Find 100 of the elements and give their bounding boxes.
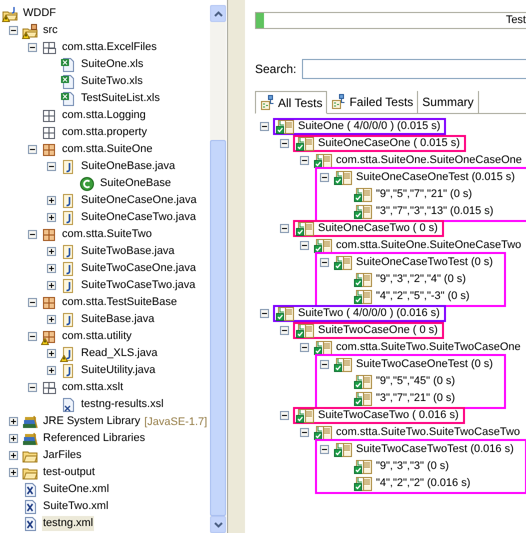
tree-item[interactable]: SuiteTwoCaseTwo.java	[80, 278, 196, 293]
tree-item[interactable]: src	[42, 23, 59, 38]
scrollbar-thumb[interactable]	[210, 140, 226, 516]
collapse-icon[interactable]	[28, 298, 36, 307]
expand-icon[interactable]	[8, 434, 18, 443]
tree-item[interactable]: SuiteOneBase	[99, 176, 172, 191]
test-tree-item[interactable]: com.stta.SuiteOne.SuiteOneCaseOne	[335, 153, 523, 168]
collapse-icon[interactable]	[280, 139, 288, 148]
test-tree-item[interactable]: "4","2","5","-3" (0 s)	[375, 289, 471, 304]
tree-item[interactable]: JRE System Library	[42, 414, 142, 429]
tree-item[interactable]: SuiteOneCaseOne.java	[80, 193, 198, 208]
tree-item[interactable]: SuiteTwoCaseOne.java	[80, 261, 197, 276]
expand-icon[interactable]	[46, 213, 56, 222]
tree-item[interactable]: com.stta.ExcelFiles	[61, 40, 158, 55]
test-tree-item[interactable]: "9","5","45" (0 s)	[375, 374, 456, 389]
test-tree-item[interactable]: SuiteTwoCaseTwo ( 0.016 s)	[317, 408, 460, 423]
tree-item[interactable]: SuiteTwo.xls	[80, 74, 144, 89]
collapse-icon[interactable]	[320, 445, 328, 454]
tree-item[interactable]: testng-results.xsl	[80, 397, 165, 412]
tree-item[interactable]: testng.xml	[42, 516, 94, 531]
collapse-icon[interactable]	[28, 43, 36, 52]
tree-item[interactable]: SuiteOneCaseTwo.java	[80, 210, 197, 225]
tree-item[interactable]: SuiteOne.xml	[42, 482, 110, 497]
collapse-icon[interactable]	[280, 224, 288, 233]
collapse-icon[interactable]	[28, 332, 36, 341]
tree-item[interactable]: SuiteUtility.java	[80, 363, 156, 378]
collapse-icon[interactable]	[28, 230, 36, 239]
collapse-icon[interactable]	[8, 26, 18, 35]
scrollbar[interactable]	[210, 5, 226, 533]
tree-item[interactable]: com.stta.SuiteTwo	[61, 227, 153, 242]
expand-icon[interactable]	[8, 468, 18, 477]
test-tree-item[interactable]: SuiteOne ( 4/0/0/0 ) (0.015 s)	[297, 119, 442, 134]
tree-item[interactable]: SuiteOne.xls	[80, 57, 144, 72]
test-tree-item[interactable]: com.stta.SuiteTwo.SuiteTwoCaseOne	[335, 340, 522, 355]
tree-item[interactable]: Read_XLS.java	[80, 346, 158, 361]
tree-item[interactable]: com.stta.xslt	[61, 380, 124, 395]
tree-item[interactable]: SuiteOneBase.java	[80, 159, 176, 174]
tab[interactable]: All Tests	[255, 91, 328, 114]
collapse-icon[interactable]	[28, 383, 36, 392]
test-tree-item[interactable]: SuiteTwoCaseTwoTest (0.016 s)	[355, 442, 515, 457]
collapse-icon[interactable]	[300, 343, 308, 352]
test-tree-item[interactable]: SuiteTwoCaseOneTest (0 s)	[355, 357, 494, 372]
test-tree-item[interactable]: "9","3","3" (0 s)	[375, 459, 450, 474]
test-tree-item[interactable]: SuiteOneCaseOne ( 0.015 s)	[317, 136, 461, 151]
test-tree-item[interactable]: "3","7","21" (0 s)	[375, 391, 456, 406]
collapse-icon[interactable]	[300, 156, 308, 165]
tree-item[interactable]: SuiteBase.java	[80, 312, 156, 327]
search-field[interactable]	[302, 59, 526, 79]
tree-item[interactable]: com.stta.property	[61, 125, 148, 140]
collapse-icon[interactable]	[280, 411, 288, 420]
tree-item[interactable]: SuiteTwoBase.java	[80, 244, 176, 259]
test-tree-item[interactable]: SuiteTwoCaseOne ( 0 s)	[317, 323, 439, 338]
collapse-icon[interactable]	[320, 258, 328, 267]
test-tree-item[interactable]: com.stta.SuiteTwo.SuiteTwoCaseTwo	[335, 425, 522, 440]
collapse-icon[interactable]	[260, 122, 268, 131]
expand-icon[interactable]	[46, 264, 56, 273]
test-tree-item[interactable]: SuiteOneCaseTwoTest (0 s)	[355, 255, 494, 270]
test-passed-icon	[353, 476, 373, 492]
collapse-icon[interactable]	[46, 162, 56, 171]
tree-item[interactable]: test-output	[42, 465, 96, 480]
tree-item[interactable]: TestSuiteList.xls	[80, 91, 161, 106]
expand-icon[interactable]	[46, 196, 56, 205]
expand-icon[interactable]	[8, 417, 18, 426]
tree-item[interactable]: com.stta.Logging	[61, 108, 147, 123]
expand-icon[interactable]	[46, 315, 56, 324]
collapse-icon[interactable]	[320, 173, 328, 182]
collapse-icon[interactable]	[280, 326, 288, 335]
test-tree-item[interactable]: "4","2","2" (0.016 s)	[375, 476, 472, 491]
collapse-icon[interactable]	[320, 360, 328, 369]
expand-icon[interactable]	[46, 281, 56, 290]
tree-item[interactable]: JarFiles	[42, 448, 83, 463]
test-tree-item[interactable]: com.stta.SuiteOne.SuiteOneCaseTwo	[335, 238, 522, 253]
expand-icon[interactable]	[8, 451, 18, 460]
tree-item[interactable]: SuiteTwo.xml	[42, 499, 110, 514]
test-tree-item[interactable]: "3","7","3","13" (0.015 s)	[375, 204, 494, 219]
tree-item[interactable]: Referenced Libraries	[42, 431, 146, 446]
test-tree-icon	[260, 94, 276, 110]
test-tree-item[interactable]: SuiteOneCaseOneTest (0.015 s)	[355, 170, 516, 185]
expand-icon[interactable]	[46, 247, 56, 256]
test-tree-item[interactable]: SuiteTwo ( 4/0/0/0 ) (0.016 s)	[297, 306, 441, 321]
collapse-icon[interactable]	[300, 428, 308, 437]
tree-item[interactable]: com.stta.SuiteOne	[61, 142, 154, 157]
scroll-up-button[interactable]	[210, 5, 226, 22]
tree-item[interactable]: com.stta.TestSuiteBase	[61, 295, 178, 310]
test-passed-icon	[295, 322, 315, 338]
tab[interactable]: Summary	[418, 91, 479, 113]
tab[interactable]: Failed Tests	[327, 91, 418, 113]
test-tree-item[interactable]: "9","5","7","21" (0 s)	[375, 187, 474, 202]
tree-item-decoration: [JavaSE-1.7]	[144, 416, 208, 428]
scroll-down-button[interactable]	[210, 516, 226, 533]
expand-icon[interactable]	[46, 366, 56, 375]
expand-icon[interactable]	[46, 349, 56, 358]
tree-item[interactable]: WDDF	[22, 6, 57, 21]
test-tree-item[interactable]: "9","3","2","4" (0 s)	[375, 272, 467, 287]
test-passed-icon	[313, 152, 333, 168]
collapse-icon[interactable]	[300, 241, 308, 250]
test-tree-item[interactable]: SuiteOneCaseTwo ( 0 s)	[317, 221, 439, 236]
tree-item[interactable]: com.stta.utility	[61, 329, 133, 344]
collapse-icon[interactable]	[28, 145, 36, 154]
collapse-icon[interactable]	[260, 309, 268, 318]
